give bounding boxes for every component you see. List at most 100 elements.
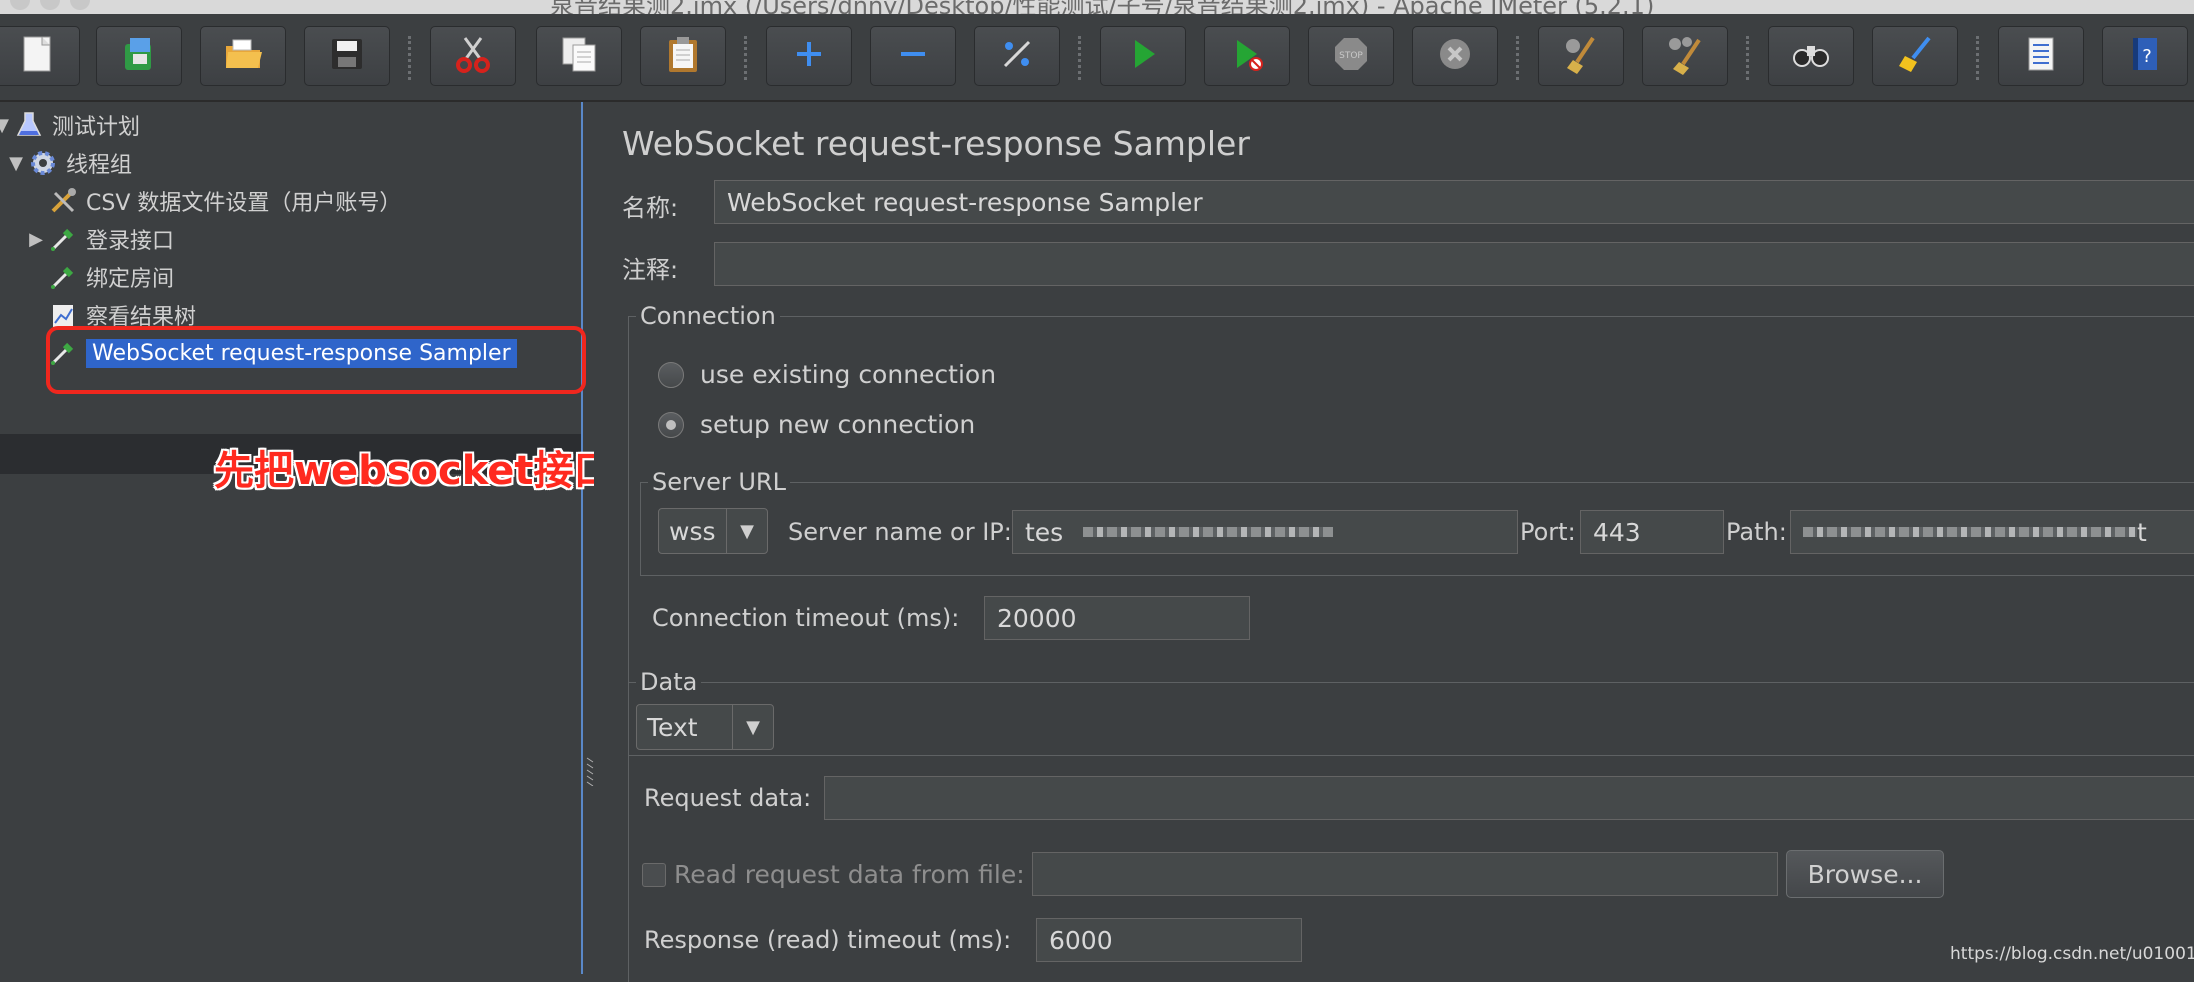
window-title: 泉音结果测2.jmx (/Users/dnny/Desktop/性能测试/子号/… — [550, 0, 1655, 15]
minimize-window-icon[interactable] — [40, 0, 60, 10]
tools-icon — [46, 184, 80, 218]
play-icon — [1121, 32, 1165, 80]
window-titlebar: 泉音结果测2.jmx (/Users/dnny/Desktop/性能测试/子号/… — [0, 0, 2194, 15]
new-file-icon — [15, 32, 59, 80]
protocol-select[interactable]: wss ▼ — [658, 508, 768, 554]
connection-legend: Connection — [636, 302, 780, 330]
comment-label: 注释: — [622, 256, 679, 284]
tree-item-label: 测试计划 — [52, 115, 141, 140]
new-button[interactable] — [0, 26, 80, 86]
radio-off-icon — [658, 361, 684, 388]
plus-icon — [787, 32, 831, 80]
checkbox-icon — [642, 862, 666, 887]
start-no-pauses-button[interactable] — [1204, 26, 1290, 86]
save-icon — [325, 32, 369, 80]
response-timeout-label: Response (read) timeout (ms): — [644, 926, 1012, 954]
server-field[interactable]: tes — [1012, 510, 1518, 554]
tree-item-bind-room[interactable]: 绑定房间 — [26, 260, 174, 294]
read-from-file-checkbox[interactable]: Read request data from file: — [642, 860, 1025, 889]
toggle-icon — [995, 32, 1039, 80]
tree-item-label: 绑定房间 — [86, 267, 175, 292]
shutdown-icon — [1433, 32, 1477, 80]
redacted-mark — [1083, 527, 1334, 537]
reset-search-button[interactable] — [1872, 26, 1958, 86]
start-button[interactable] — [1100, 26, 1186, 86]
cut-button[interactable] — [430, 26, 516, 86]
broom-gear-icon — [1559, 32, 1603, 80]
svg-text:?: ? — [2142, 46, 2152, 67]
server-url-legend: Server URL — [648, 468, 790, 496]
radio-label: setup new connection — [700, 410, 976, 439]
clear-all-button[interactable] — [1642, 26, 1728, 86]
browse-button[interactable]: Browse... — [1786, 850, 1944, 898]
request-data-label: Request data: — [644, 784, 812, 812]
connection-timeout-field[interactable]: 20000 — [984, 596, 1250, 640]
use-existing-connection-radio[interactable]: use existing connection — [658, 360, 996, 389]
server-value: tes — [1025, 517, 1064, 547]
collapse-button[interactable] — [870, 26, 956, 86]
port-field[interactable]: 443 — [1580, 510, 1724, 554]
main-toolbar: STOP ? — [0, 14, 2194, 102]
stop-icon: STOP — [1329, 32, 1373, 80]
radio-on-icon — [658, 411, 684, 438]
path-field[interactable]: t — [1790, 510, 2194, 554]
templates-icon — [117, 32, 161, 80]
read-from-file-label: Read request data from file: — [674, 860, 1025, 889]
path-label: Path: — [1726, 518, 1787, 546]
tree-item-csv-config[interactable]: CSV 数据文件设置（用户账号） — [26, 184, 401, 218]
flask-icon — [12, 108, 46, 142]
name-field[interactable]: WebSocket request-response Sampler — [714, 180, 2194, 224]
function-helper-button[interactable] — [1998, 26, 2084, 86]
shutdown-button[interactable] — [1412, 26, 1498, 86]
data-legend: Data — [636, 668, 702, 696]
request-data-field[interactable] — [824, 776, 2194, 820]
save-button[interactable] — [304, 26, 390, 86]
expand-button[interactable] — [766, 26, 852, 86]
list-icon — [2019, 32, 2063, 80]
path-value: t — [2137, 517, 2147, 547]
help-button[interactable]: ? — [2102, 26, 2188, 86]
copy-button[interactable] — [536, 26, 622, 86]
scissors-icon — [451, 32, 495, 80]
comment-field[interactable] — [714, 242, 2194, 286]
minus-icon — [891, 32, 935, 80]
open-button[interactable] — [200, 26, 286, 86]
broom-gears-icon — [1663, 32, 1707, 80]
gear-icon — [26, 146, 60, 180]
response-timeout-field[interactable]: 6000 — [1036, 918, 1302, 962]
toggle-button[interactable] — [974, 26, 1060, 86]
data-type-value: Text — [647, 712, 698, 742]
read-from-file-field[interactable] — [1032, 852, 1778, 896]
svg-text:STOP: STOP — [1339, 51, 1363, 61]
sampler-panel: WebSocket request-response Sampler 名称: W… — [594, 102, 2194, 982]
tree-item-test-plan[interactable]: ▼ 测试计划 — [0, 108, 140, 142]
play-no-timer-icon — [1225, 32, 1269, 80]
name-label: 名称: — [622, 194, 679, 222]
search-button[interactable] — [1768, 26, 1854, 86]
clear-button[interactable] — [1538, 26, 1624, 86]
close-window-icon[interactable] — [10, 0, 30, 10]
watermark: https://blog.csdn.net/u010013191 — [1950, 944, 2194, 964]
open-folder-icon — [221, 32, 265, 80]
data-type-select[interactable]: Text ▼ — [636, 704, 774, 750]
splitter-handle[interactable] — [586, 756, 594, 787]
expand-arrow-icon[interactable]: ▼ — [0, 115, 12, 136]
collapsed-arrow-icon[interactable]: ▶ — [26, 229, 46, 250]
redacted-mark — [1803, 527, 2137, 537]
tree-item-label: 登录接口 — [86, 229, 175, 254]
paste-button[interactable] — [640, 26, 726, 86]
paste-icon — [661, 32, 705, 80]
port-label: Port: — [1520, 518, 1576, 546]
chevron-down-icon: ▼ — [726, 509, 767, 553]
stop-button[interactable]: STOP — [1308, 26, 1394, 86]
templates-button[interactable] — [96, 26, 182, 86]
broom-icon — [1893, 32, 1937, 80]
radio-label: use existing connection — [700, 360, 997, 389]
tree-item-label: 线程组 — [66, 153, 133, 178]
chevron-down-icon: ▼ — [732, 705, 773, 749]
expand-arrow-icon[interactable]: ▼ — [6, 153, 26, 174]
tree-item-thread-group[interactable]: ▼ 线程组 — [6, 146, 132, 180]
zoom-window-icon[interactable] — [70, 0, 90, 10]
setup-new-connection-radio[interactable]: setup new connection — [658, 410, 975, 439]
tree-item-login-api[interactable]: ▶ 登录接口 — [26, 222, 174, 256]
